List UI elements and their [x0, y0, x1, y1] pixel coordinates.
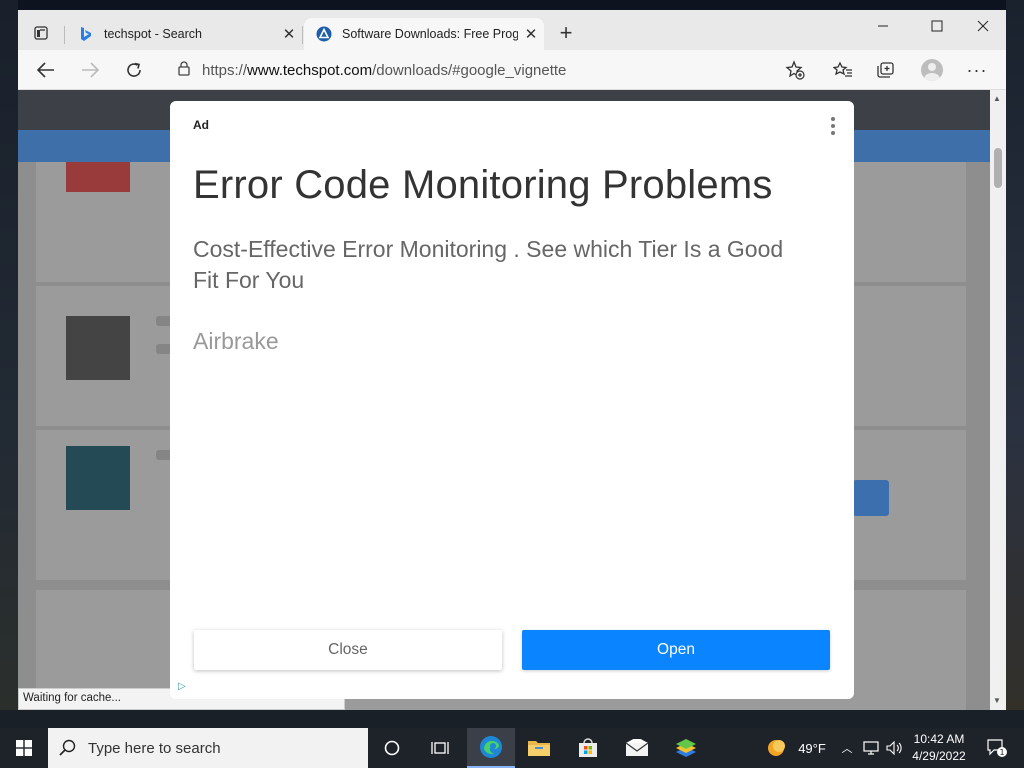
new-tab-button[interactable]: +: [552, 20, 580, 48]
maximize-button[interactable]: [914, 10, 960, 42]
cortana-button[interactable]: [370, 728, 414, 768]
profile-button[interactable]: [917, 57, 947, 83]
tab-strip: techspot - Search ✕ Software Downloads: …: [18, 10, 1006, 50]
close-tab-icon[interactable]: ✕: [276, 25, 302, 43]
address-bar[interactable]: https://www.techspot.com/downloads/#goog…: [168, 57, 828, 83]
settings-menu-button[interactable]: ···: [962, 57, 992, 83]
lock-icon: [178, 60, 190, 80]
weather-temperature[interactable]: 49°F: [792, 728, 832, 768]
scroll-up-icon[interactable]: ▲: [993, 94, 1001, 103]
taskbar-edge[interactable]: [467, 728, 515, 768]
taskbar-mail[interactable]: [615, 728, 659, 768]
task-view-button[interactable]: [418, 728, 462, 768]
taskbar: Type here to search 49°F ︿ 10:42 AM 4/29…: [0, 728, 1024, 768]
url-path: /downloads/#google_vignette: [372, 61, 567, 79]
tab-title: techspot - Search: [104, 27, 202, 41]
star-add-icon: [785, 60, 805, 80]
search-placeholder: Type here to search: [88, 739, 221, 757]
thumbnail: [66, 446, 130, 510]
url-prefix: https://: [202, 61, 248, 79]
windows-icon: [16, 740, 32, 756]
tab-separator: [64, 26, 65, 44]
minimize-button[interactable]: [860, 10, 906, 42]
network-icon[interactable]: [860, 728, 882, 768]
taskbar-bluestacks[interactable]: [664, 728, 708, 768]
bing-icon: [78, 26, 94, 42]
open-ad-button[interactable]: Open: [522, 630, 830, 670]
collections-button[interactable]: [871, 57, 901, 83]
ad-options-button[interactable]: [826, 115, 840, 137]
desktop-wallpaper-right: [1006, 0, 1024, 710]
address-toolbar: https://www.techspot.com/downloads/#goog…: [18, 50, 1006, 90]
ad-headline[interactable]: Error Code Monitoring Problems: [193, 163, 833, 208]
tab-title: Software Downloads: Free Progra: [342, 27, 518, 41]
thumbnail: [66, 162, 130, 192]
close-icon: [977, 20, 989, 32]
bluestacks-icon: [676, 739, 696, 757]
thumbnail: [66, 630, 130, 694]
back-arrow-icon: [37, 62, 54, 78]
back-button[interactable]: [30, 56, 62, 84]
vignette-ad-dialog: Ad Error Code Monitoring Problems Cost-E…: [170, 101, 854, 699]
system-clock[interactable]: 10:42 AM 4/29/2022: [904, 731, 974, 765]
show-hidden-icons-icon[interactable]: ︿: [838, 728, 856, 768]
clock-date: 4/29/2022: [912, 749, 966, 763]
maximize-icon: [931, 20, 943, 32]
start-button[interactable]: [0, 728, 48, 768]
favorites-icon: [833, 61, 852, 77]
notification-icon: 1: [987, 739, 1007, 757]
thumbnail: [66, 316, 130, 380]
dot: [831, 117, 835, 121]
favorites-button[interactable]: [828, 57, 858, 83]
taskbar-search-box[interactable]: Type here to search: [48, 728, 368, 768]
clock-time: 10:42 AM: [913, 732, 965, 746]
close-ad-button[interactable]: Close: [194, 630, 502, 670]
url-host: www.techspot.com: [247, 61, 373, 79]
close-tab-icon[interactable]: ✕: [518, 25, 544, 43]
weather-icon[interactable]: [762, 728, 790, 768]
forward-button[interactable]: [74, 56, 106, 84]
taskbar-file-explorer[interactable]: [517, 728, 561, 768]
desktop-wallpaper-left: [0, 0, 18, 710]
task-view-icon: [431, 742, 449, 754]
ad-label: Ad: [193, 118, 209, 132]
action-center-button[interactable]: 1: [980, 728, 1014, 768]
folder-icon: [528, 741, 550, 756]
avatar: [921, 59, 943, 81]
edge-icon: [480, 736, 502, 758]
ad-advertiser[interactable]: Airbrake: [193, 328, 279, 355]
tab-actions-button[interactable]: [26, 20, 56, 46]
page-scrollbar[interactable]: ▲ ▼: [990, 90, 1006, 710]
refresh-button[interactable]: [118, 56, 150, 84]
tab-software-downloads[interactable]: Software Downloads: Free Progra ✕: [304, 18, 544, 50]
add-favorite-button[interactable]: [780, 57, 810, 83]
forward-arrow-icon: [82, 62, 99, 78]
volume-icon[interactable]: [884, 728, 906, 768]
download-button: [853, 480, 889, 516]
mail-icon: [625, 739, 649, 756]
tab-actions-icon: [34, 26, 48, 40]
scrollbar-thumb[interactable]: [994, 148, 1002, 188]
cortana-icon: [384, 740, 400, 756]
window-close-button[interactable]: [960, 10, 1006, 42]
collections-icon: [877, 62, 894, 78]
tab-separator: [302, 26, 303, 44]
ad-description[interactable]: Cost-Effective Error Monitoring . See wh…: [193, 234, 813, 296]
dot: [831, 124, 835, 128]
scroll-down-icon[interactable]: ▼: [993, 696, 1001, 705]
refresh-icon: [127, 62, 141, 77]
minimize-icon: [878, 25, 888, 27]
dot: [831, 131, 835, 135]
techspot-icon: [316, 26, 332, 42]
notification-count: 1: [999, 748, 1004, 757]
more-icon: ···: [966, 59, 988, 80]
search-icon: [48, 739, 88, 757]
tab-techspot-search[interactable]: techspot - Search ✕: [66, 18, 302, 50]
taskbar-store[interactable]: [566, 728, 610, 768]
store-icon: [579, 738, 597, 757]
adchoices-icon[interactable]: ▷: [178, 681, 190, 693]
